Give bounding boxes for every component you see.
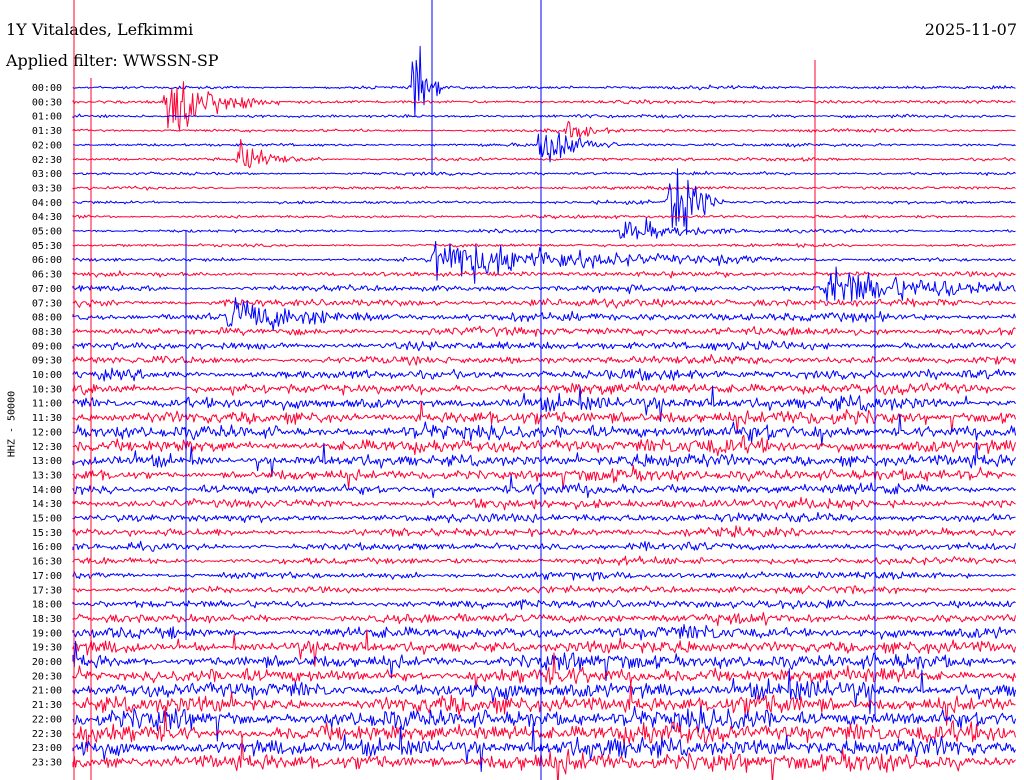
time-tick-label: 22:30 [32, 729, 62, 740]
trace-row-0700 [72, 266, 1016, 302]
time-tick-label: 14:30 [32, 499, 62, 510]
time-tick-label: 02:00 [32, 140, 62, 151]
trace-row-1500 [72, 511, 1016, 524]
trace-row-0730 [72, 297, 1016, 309]
time-tick-label: 11:00 [32, 399, 62, 410]
time-tick-label: 00:00 [32, 83, 62, 94]
helicorder-plot: 00:00 00:30 01:00 01:30 02:00 02:30 03:00 03:30… [32, 0, 1016, 780]
trace-row-1630 [72, 555, 1016, 566]
trace-row-0630 [72, 270, 1016, 279]
trace-row-2030 [72, 652, 1016, 690]
time-tick-label: 19:30 [32, 643, 62, 654]
time-tick-label: 06:00 [32, 255, 62, 266]
trace-row-1830 [72, 612, 1016, 627]
time-tick-label: 10:30 [32, 384, 62, 395]
trace-row-0500 [72, 217, 1016, 240]
time-tick-label: 12:00 [32, 427, 62, 438]
time-tick-label: 15:00 [32, 514, 62, 525]
trace-group [72, 0, 1016, 780]
time-tick-label: 20:00 [32, 657, 62, 668]
time-tick-label: 11:30 [32, 413, 62, 424]
trace-row-1530 [72, 525, 1016, 538]
time-tick-label: 02:30 [32, 155, 62, 166]
trace-row-0000 [72, 45, 1016, 117]
time-tick-label: 19:00 [32, 628, 62, 639]
time-tick-label: 22:00 [32, 714, 62, 725]
time-tick-label: 08:30 [32, 327, 62, 338]
trace-row-1800 [72, 599, 1016, 610]
trace-row-1700 [72, 571, 1016, 582]
time-tick-label: 04:00 [32, 198, 62, 209]
time-tick-label: 10:00 [32, 370, 62, 381]
trace-row-2230 [72, 706, 1016, 752]
time-axis-labels: 00:00 00:30 01:00 01:30 02:00 02:30 03:00 03:30… [32, 83, 62, 768]
time-tick-label: 08:00 [32, 313, 62, 324]
time-tick-label: 06:30 [32, 270, 62, 281]
time-tick-label: 15:30 [32, 528, 62, 539]
time-tick-label: 09:30 [32, 356, 62, 367]
trace-row-1600 [72, 540, 1016, 552]
time-tick-label: 03:30 [32, 183, 62, 194]
time-tick-label: 07:00 [32, 284, 62, 295]
trace-row-0200 [72, 132, 1016, 163]
trace-row-0030 [72, 81, 1016, 131]
time-tick-label: 04:30 [32, 212, 62, 223]
trace-row-0330 [72, 185, 1016, 191]
time-tick-label: 23:30 [32, 757, 62, 768]
trace-row-1230 [72, 434, 1016, 457]
time-tick-label: 16:00 [32, 542, 62, 553]
trace-row-0400 [72, 168, 1016, 235]
trace-row-0900 [72, 340, 1016, 352]
trace-row-1730 [72, 585, 1016, 595]
trace-row-0300 [72, 170, 1016, 177]
trace-row-0600 [72, 240, 1016, 284]
trace-row-0100 [72, 113, 1016, 119]
time-tick-label: 05:00 [32, 227, 62, 238]
time-tick-label: 21:30 [32, 700, 62, 711]
trace-row-0530 [72, 242, 1016, 248]
time-tick-label: 17:00 [32, 571, 62, 582]
time-tick-label: 03:00 [32, 169, 62, 180]
trace-row-0430 [72, 214, 1016, 220]
time-tick-label: 21:00 [32, 686, 62, 697]
time-tick-label: 01:30 [32, 126, 62, 137]
trace-row-1930 [72, 629, 1016, 667]
trace-row-1900 [72, 624, 1016, 641]
time-tick-label: 23:00 [32, 743, 62, 754]
time-tick-label: 05:30 [32, 241, 62, 252]
time-tick-label: 16:30 [32, 557, 62, 568]
time-tick-label: 01:00 [32, 112, 62, 123]
trace-row-2100 [72, 668, 1016, 715]
time-tick-label: 18:30 [32, 614, 62, 625]
trace-row-1000 [72, 367, 1016, 382]
trace-row-1030 [72, 381, 1016, 396]
time-tick-label: 07:30 [32, 298, 62, 309]
trace-row-1300 [72, 442, 1016, 477]
trace-row-1430 [72, 496, 1016, 511]
time-tick-label: 18:00 [32, 600, 62, 611]
trace-row-2330 [72, 737, 1016, 780]
time-tick-label: 09:00 [32, 341, 62, 352]
time-tick-label: 00:30 [32, 97, 62, 108]
trace-row-0830 [72, 325, 1016, 337]
trace-row-1200 [72, 413, 1016, 446]
trace-row-0930 [72, 354, 1016, 366]
time-tick-label: 14:00 [32, 485, 62, 496]
trace-row-0130 [72, 120, 1016, 138]
trace-row-1330 [72, 464, 1016, 490]
time-tick-label: 13:00 [32, 456, 62, 467]
time-tick-label: 20:30 [32, 671, 62, 682]
trace-row-1400 [72, 474, 1016, 499]
time-tick-label: 17:30 [32, 585, 62, 596]
time-tick-label: 13:30 [32, 470, 62, 481]
time-tick-label: 12:30 [32, 442, 62, 453]
